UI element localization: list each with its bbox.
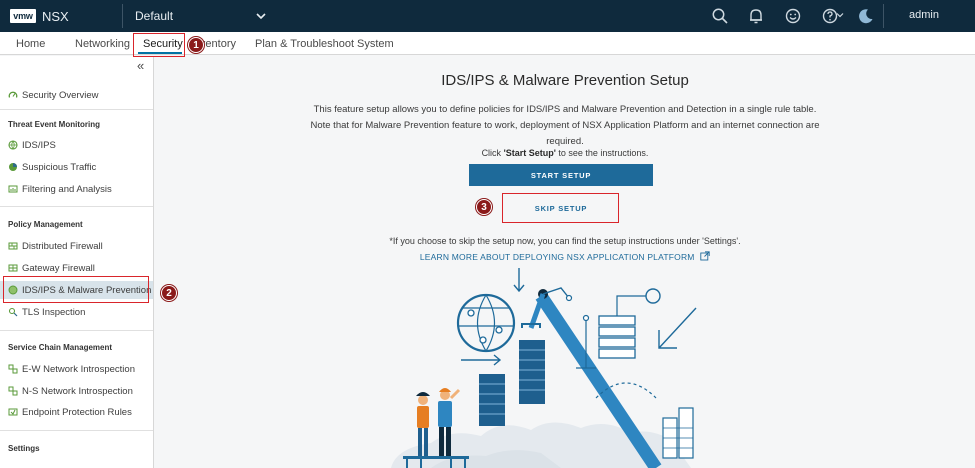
vmware-logo: vmw — [10, 9, 36, 23]
chevron-down-icon[interactable] — [836, 11, 844, 19]
sidebar-item-security-overview[interactable]: Security Overview — [0, 86, 153, 104]
sidebar-item-ns-network-introspection[interactable]: N-S Network Introspection — [0, 382, 153, 400]
sidebar-item-label: Gateway Firewall — [22, 262, 95, 274]
setup-instruction: Click 'Start Setup' to see the instructi… — [155, 148, 975, 158]
tab-plan-troubleshoot[interactable]: Plan & Troubleshoot — [255, 38, 354, 50]
sidebar-section-policy-management: Policy Management — [8, 220, 83, 229]
tab-system[interactable]: System — [357, 38, 394, 50]
sidebar-item-tls-inspection[interactable]: TLS Inspection — [0, 303, 153, 321]
endpoint-protection-icon — [8, 408, 18, 416]
sidebar: « Security Overview Threat Event Monitor… — [0, 56, 154, 468]
sidebar-item-label: Suspicious Traffic — [22, 161, 97, 173]
sidebar-item-label: N-S Network Introspection — [22, 385, 133, 397]
sidebar-divider — [0, 430, 153, 431]
sidebar-section-service-chain-management: Service Chain Management — [8, 343, 113, 352]
tab-home[interactable]: Home — [16, 38, 45, 50]
smiley-icon[interactable] — [784, 7, 802, 25]
skip-setup-note: *If you choose to skip the setup now, yo… — [389, 236, 741, 246]
tab-networking[interactable]: Networking — [75, 38, 130, 50]
pie-icon — [9, 163, 17, 171]
chevron-down-icon — [256, 13, 266, 20]
sidebar-item-label: E-W Network Introspection — [22, 363, 135, 375]
gauge-icon — [8, 91, 18, 98]
sidebar-item-label: IDS/IPS — [22, 139, 56, 151]
main-content: IDS/IPS & Malware Prevention Setup This … — [155, 56, 975, 468]
collapse-sidebar-icon[interactable]: « — [137, 58, 144, 73]
sidebar-divider — [0, 330, 153, 331]
moon-icon[interactable] — [857, 7, 875, 25]
setup-description: This feature setup allows you to define … — [310, 104, 820, 147]
project-name: Default — [135, 9, 174, 23]
sidebar-item-label: Security Overview — [22, 89, 99, 101]
search-icon[interactable] — [711, 7, 729, 25]
header-divider — [883, 4, 884, 28]
sidebar-item-endpoint-protection-rules[interactable]: Endpoint Protection Rules — [0, 403, 153, 421]
sidebar-divider — [0, 109, 153, 110]
network-introspection-icon — [8, 364, 18, 374]
sidebar-section-settings[interactable]: Settings — [8, 444, 40, 453]
instruction-suffix: to see the instructions. — [555, 148, 649, 158]
learn-more-link[interactable]: LEARN MORE ABOUT DEPLOYING NSX APPLICATI… — [155, 251, 975, 262]
sidebar-item-ew-network-introspection[interactable]: E-W Network Introspection — [0, 360, 153, 378]
callout-badge-1: 1 — [188, 37, 204, 53]
sidebar-section-threat-event-monitoring: Threat Event Monitoring — [8, 120, 100, 129]
sidebar-item-label: Distributed Firewall — [22, 240, 103, 252]
callout-box-malware-prevention — [3, 276, 149, 303]
bell-icon[interactable] — [747, 7, 765, 25]
header-divider — [122, 4, 123, 28]
callout-badge-3: 3 — [476, 199, 492, 215]
sidebar-divider — [0, 206, 153, 207]
learn-more-label: LEARN MORE ABOUT DEPLOYING NSX APPLICATI… — [419, 252, 695, 262]
sidebar-item-distributed-firewall[interactable]: Distributed Firewall — [0, 237, 153, 255]
gateway-firewall-icon — [8, 264, 18, 272]
instruction-bold: 'Start Setup' — [503, 148, 556, 158]
sidebar-item-suspicious-traffic[interactable]: Suspicious Traffic — [0, 158, 153, 176]
page-title: IDS/IPS & Malware Prevention Setup — [441, 72, 689, 89]
tls-inspection-icon — [8, 307, 18, 317]
external-link-icon — [700, 251, 710, 261]
callout-box-skip-setup — [502, 193, 619, 223]
callout-box-security-tab — [133, 33, 185, 57]
firewall-icon — [8, 242, 18, 250]
user-menu[interactable]: admin — [909, 9, 939, 21]
start-setup-button[interactable]: START SETUP — [469, 164, 653, 186]
network-introspection-icon — [8, 386, 18, 396]
project-selector[interactable]: Default — [135, 0, 267, 32]
instruction-prefix: Click — [481, 148, 504, 158]
top-header: vmw NSX Default admin — [0, 0, 975, 32]
sidebar-item-ids-ips[interactable]: IDS/IPS — [0, 136, 153, 154]
setup-illustration — [391, 268, 697, 468]
sidebar-item-filtering-analysis[interactable]: Filtering and Analysis — [0, 180, 153, 198]
globe-shield-icon — [8, 140, 18, 150]
chart-filter-icon — [8, 185, 18, 193]
callout-badge-2: 2 — [161, 285, 177, 301]
sidebar-item-label: Filtering and Analysis — [22, 183, 112, 195]
app-name: NSX — [42, 8, 69, 24]
sidebar-item-label: TLS Inspection — [22, 306, 86, 318]
sidebar-item-label: Endpoint Protection Rules — [22, 406, 132, 418]
sidebar-item-gateway-firewall[interactable]: Gateway Firewall — [0, 259, 153, 277]
